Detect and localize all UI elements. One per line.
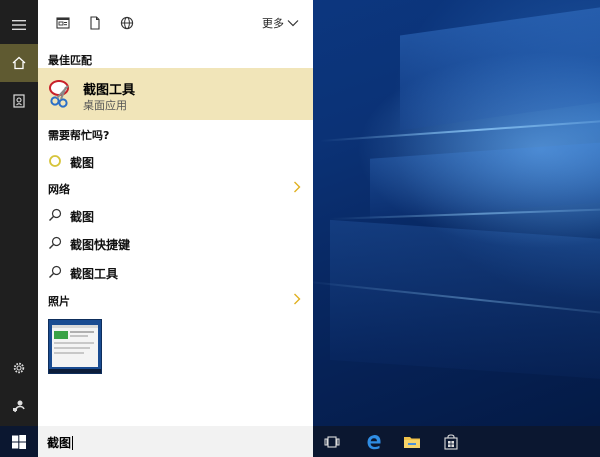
web-header: 网络 — [48, 183, 70, 196]
file-icon[interactable] — [88, 16, 102, 30]
search-results-panel: 更多 最佳匹配 截图工具 桌面应用 需要帮忙吗? 截图 网络 截图 截图快捷键 … — [38, 0, 313, 426]
feedback-icon — [13, 400, 25, 413]
home-icon — [12, 56, 26, 70]
help-suggestion-item[interactable]: 截图 — [38, 149, 313, 173]
hamburger-menu-button[interactable] — [0, 6, 38, 44]
web-result-label: 截图 — [70, 210, 95, 224]
photos-header: 照片 — [48, 295, 70, 308]
start-menu-rail — [0, 0, 38, 426]
search-query: 截图 — [47, 436, 72, 450]
help-suggestion-label: 截图 — [70, 156, 95, 170]
web-chevron-right-icon[interactable] — [293, 181, 301, 193]
task-view-button[interactable] — [313, 426, 351, 457]
search-icon — [49, 208, 62, 221]
text-caret — [72, 435, 74, 450]
file-explorer-icon — [404, 436, 420, 448]
web-result-item[interactable]: 截图工具 — [38, 260, 313, 284]
taskbar: 截图 — [0, 426, 600, 457]
search-icon — [49, 265, 62, 278]
document-icon[interactable] — [56, 16, 70, 30]
photos-chevron-right-icon[interactable] — [293, 293, 301, 305]
start-button[interactable] — [0, 426, 38, 457]
notebook-icon — [13, 94, 25, 108]
taskbar-search-box[interactable]: 截图 — [38, 426, 313, 457]
best-match-title: 截图工具 — [83, 83, 136, 98]
more-label: 更多 — [262, 17, 284, 30]
web-result-label: 截图快捷键 — [70, 238, 131, 252]
windows-start-icon — [12, 434, 26, 449]
store-icon — [444, 433, 458, 450]
file-explorer-button[interactable] — [393, 426, 431, 457]
search-input[interactable]: 截图 — [47, 434, 74, 451]
store-button[interactable] — [432, 426, 470, 457]
snipping-tool-icon — [49, 80, 69, 108]
web-result-label: 截图工具 — [70, 267, 119, 281]
best-match-item[interactable]: 截图工具 桌面应用 — [38, 68, 313, 120]
settings-button[interactable] — [0, 349, 38, 387]
task-view-icon — [324, 435, 340, 448]
cortana-circle-icon — [49, 155, 61, 167]
filter-toolbar: 更多 — [38, 0, 313, 44]
photo-thumbnail-image — [49, 320, 101, 373]
best-match-header: 最佳匹配 — [48, 54, 92, 67]
more-filters-button[interactable]: 更多 — [262, 15, 299, 31]
hamburger-menu-icon — [12, 20, 26, 30]
search-icon — [49, 236, 62, 249]
web-result-item[interactable]: 截图快捷键 — [38, 231, 313, 255]
settings-gear-icon — [13, 362, 25, 374]
globe-icon[interactable] — [120, 16, 134, 30]
home-button[interactable] — [0, 44, 38, 82]
feedback-button[interactable] — [0, 387, 38, 425]
notebook-button[interactable] — [0, 82, 38, 120]
edge-browser-button[interactable] — [355, 426, 393, 457]
edge-browser-icon — [367, 434, 381, 449]
need-help-header: 需要帮忙吗? — [48, 129, 110, 142]
chevron-down-icon — [287, 20, 299, 27]
photo-thumbnail[interactable] — [48, 319, 102, 374]
best-match-subtitle: 桌面应用 — [83, 99, 127, 112]
web-result-item[interactable]: 截图 — [38, 203, 313, 227]
